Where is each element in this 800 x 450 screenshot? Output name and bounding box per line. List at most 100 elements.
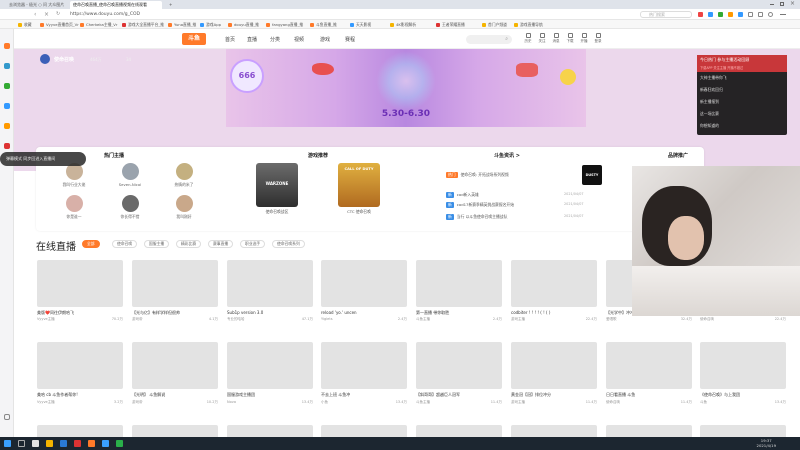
app-icon[interactable] bbox=[60, 440, 67, 447]
nav-schedule[interactable]: 赛程 bbox=[345, 36, 355, 43]
channel-thumbnail[interactable] bbox=[606, 342, 692, 389]
minimize-icon[interactable] bbox=[770, 4, 774, 5]
news-item[interactable]: 新 cod17新赛季精英挑战赛报名开始 bbox=[446, 202, 514, 208]
anchor-item[interactable]: 你是谁一 bbox=[54, 195, 94, 220]
browser-search-input[interactable]: 热门搜索 bbox=[640, 11, 692, 18]
channel-title[interactable]: 不去上班 斗鱼冲 bbox=[321, 392, 407, 398]
refresh-icon[interactable]: ↻ bbox=[56, 11, 60, 17]
anchor-item[interactable]: 热情的米了 bbox=[164, 163, 204, 188]
bookmark-item[interactable]: 王者荣耀直播 bbox=[436, 21, 465, 28]
explorer-icon[interactable] bbox=[46, 440, 53, 447]
hot-panel-item[interactable]: 这一场比赛 bbox=[697, 108, 787, 120]
channel-thumbnail[interactable] bbox=[227, 260, 313, 307]
channel-title[interactable]: Sub1p version 3.0 bbox=[227, 310, 313, 315]
maximize-icon[interactable] bbox=[780, 2, 784, 6]
channel-thumbnail[interactable] bbox=[511, 260, 597, 307]
channel-thumbnail[interactable] bbox=[511, 342, 597, 389]
download-icon[interactable] bbox=[748, 12, 753, 17]
history-icon[interactable] bbox=[758, 12, 763, 17]
channel-title[interactable]: 【光与亿】有样学样但很帅 bbox=[132, 310, 218, 316]
channel-thumbnail[interactable] bbox=[321, 342, 407, 389]
message-button[interactable]: 消息 bbox=[550, 33, 562, 44]
bookmark-item[interactable]: 游戏直播导航 bbox=[514, 21, 543, 28]
app-icon[interactable] bbox=[4, 103, 10, 109]
hot-panel-item[interactable]: 新春狂欢回归 bbox=[697, 84, 787, 96]
browser-tab-active[interactable]: 使命召唤直播_使命召唤直播视频在线观看 bbox=[70, 1, 162, 9]
window-controls[interactable]: × bbox=[770, 0, 796, 7]
download-button[interactable]: 下载 bbox=[564, 33, 576, 44]
nav-video[interactable]: 视频 bbox=[294, 36, 304, 43]
news-item[interactable]: 新 cod新入英雄 bbox=[446, 192, 479, 198]
bookmark-item[interactable]: 游戏App bbox=[200, 21, 221, 28]
site-search-input[interactable]: ⌕ bbox=[466, 35, 512, 44]
filter-tag[interactable]: 精彩比赛 bbox=[176, 240, 202, 248]
channel-thumbnail[interactable] bbox=[700, 342, 786, 389]
url-input[interactable]: https://www.douyu.com/g_COD bbox=[70, 11, 610, 18]
app-icon[interactable] bbox=[4, 83, 10, 89]
channel-title[interactable]: 美哈 cb 斗鱼作者帮你! bbox=[37, 392, 123, 398]
broadcast-button[interactable]: 开播 bbox=[578, 33, 590, 44]
nav-home[interactable]: 首页 bbox=[225, 36, 235, 43]
close-page-icon[interactable]: × bbox=[44, 11, 49, 18]
site-logo[interactable]: 斗鱼 bbox=[182, 33, 206, 45]
channel-title[interactable]: reload 'yo.' uncen bbox=[321, 310, 407, 315]
follow-button[interactable]: 关注 bbox=[536, 33, 548, 44]
channel-thumbnail[interactable] bbox=[132, 342, 218, 389]
channel-title[interactable]: 黄金冠【冠】排位冲分 bbox=[511, 392, 597, 398]
login-button[interactable]: 登录 bbox=[592, 33, 604, 44]
channel-title[interactable]: 《使命召唤》与上我团 bbox=[700, 392, 786, 398]
channel-thumbnail[interactable] bbox=[321, 425, 407, 437]
channel-thumbnail[interactable] bbox=[37, 425, 123, 437]
bookmark-item[interactable]: fangyang直播_推 bbox=[266, 21, 303, 28]
nav-category[interactable]: 分类 bbox=[270, 36, 280, 43]
chat-icon[interactable] bbox=[4, 63, 10, 69]
app-icon[interactable] bbox=[102, 440, 109, 447]
channel-thumbnail[interactable] bbox=[227, 425, 313, 437]
search-icon[interactable]: ⌕ bbox=[505, 36, 508, 42]
bookmark-item[interactable]: Vyyve直播首页_Vr bbox=[40, 21, 79, 28]
extension-icon[interactable] bbox=[718, 12, 723, 17]
filter-tag[interactable]: 职业选手 bbox=[240, 240, 266, 248]
extension-icon[interactable] bbox=[708, 12, 713, 17]
pip-video[interactable] bbox=[632, 166, 800, 316]
extension-icon[interactable] bbox=[738, 12, 743, 17]
settings-icon[interactable] bbox=[768, 12, 773, 17]
channel-title[interactable]: 国服游戏主播团 bbox=[227, 392, 313, 398]
filter-tag[interactable]: 使命召唤 bbox=[112, 240, 138, 248]
anchor-item[interactable]: 你长得不错 bbox=[110, 195, 150, 220]
channel-thumbnail[interactable] bbox=[700, 425, 786, 437]
hot-panel-item[interactable]: 大神主播带你飞 bbox=[697, 72, 787, 84]
anchor-item[interactable]: Seven-Nicol bbox=[110, 163, 150, 187]
filter-tag[interactable]: 国服主播 bbox=[144, 240, 170, 248]
news-item[interactable]: 新当行 以斗鱼使命召唤主播战队 bbox=[446, 214, 507, 220]
browser-icon[interactable] bbox=[88, 440, 95, 447]
game-cover[interactable]: WARZONE bbox=[256, 163, 298, 207]
channel-thumbnail[interactable] bbox=[227, 342, 313, 389]
bookmark-item[interactable]: 4K影视解析 bbox=[390, 21, 416, 28]
extension-icon[interactable] bbox=[698, 12, 703, 17]
news-title[interactable]: 斗鱼资讯 > bbox=[494, 152, 520, 159]
new-tab-button[interactable]: + bbox=[166, 1, 174, 9]
channel-thumbnail[interactable] bbox=[511, 425, 597, 437]
channel-thumbnail[interactable] bbox=[416, 425, 502, 437]
hot-panel-header[interactable]: 今日热门 参与主播活动回顾 bbox=[697, 55, 787, 65]
filter-tag[interactable]: 使命召唤系列 bbox=[272, 240, 305, 248]
banner-artwork[interactable]: 666 5.30-6.30 bbox=[226, 49, 586, 127]
filter-all[interactable]: 全部 bbox=[82, 240, 100, 248]
channel-thumbnail[interactable] bbox=[606, 425, 692, 437]
history-button[interactable]: 历史 bbox=[522, 33, 534, 44]
hot-panel-item[interactable]: 你想知道的 bbox=[697, 120, 787, 132]
app-icon[interactable] bbox=[4, 123, 10, 129]
bookmark-item[interactable]: 首门户频道 bbox=[482, 21, 507, 28]
bookmark-item[interactable]: 天天影视 bbox=[350, 21, 371, 28]
anchor-item[interactable]: 我叫刚好 bbox=[164, 195, 204, 220]
nav-games[interactable]: 游戏 bbox=[320, 36, 330, 43]
channel-title[interactable]: 【斜哥哥】超越巨人冠军 bbox=[416, 392, 502, 398]
bookmark-item[interactable]: Cherkeka主播_Vr bbox=[80, 21, 117, 28]
bookmark-item[interactable]: Yuna直播_推 bbox=[168, 21, 196, 28]
browser-tab[interactable]: 去浏览器 - 极光 ○ 问 大众图片 bbox=[6, 1, 68, 9]
sponsor-logo[interactable]: DUSTY bbox=[582, 165, 602, 185]
bookmark-item[interactable]: 收藏 bbox=[18, 21, 32, 28]
hot-panel-item[interactable]: 新主播报到 bbox=[697, 96, 787, 108]
game-cover[interactable]: CALL OF DUTY bbox=[338, 163, 380, 207]
